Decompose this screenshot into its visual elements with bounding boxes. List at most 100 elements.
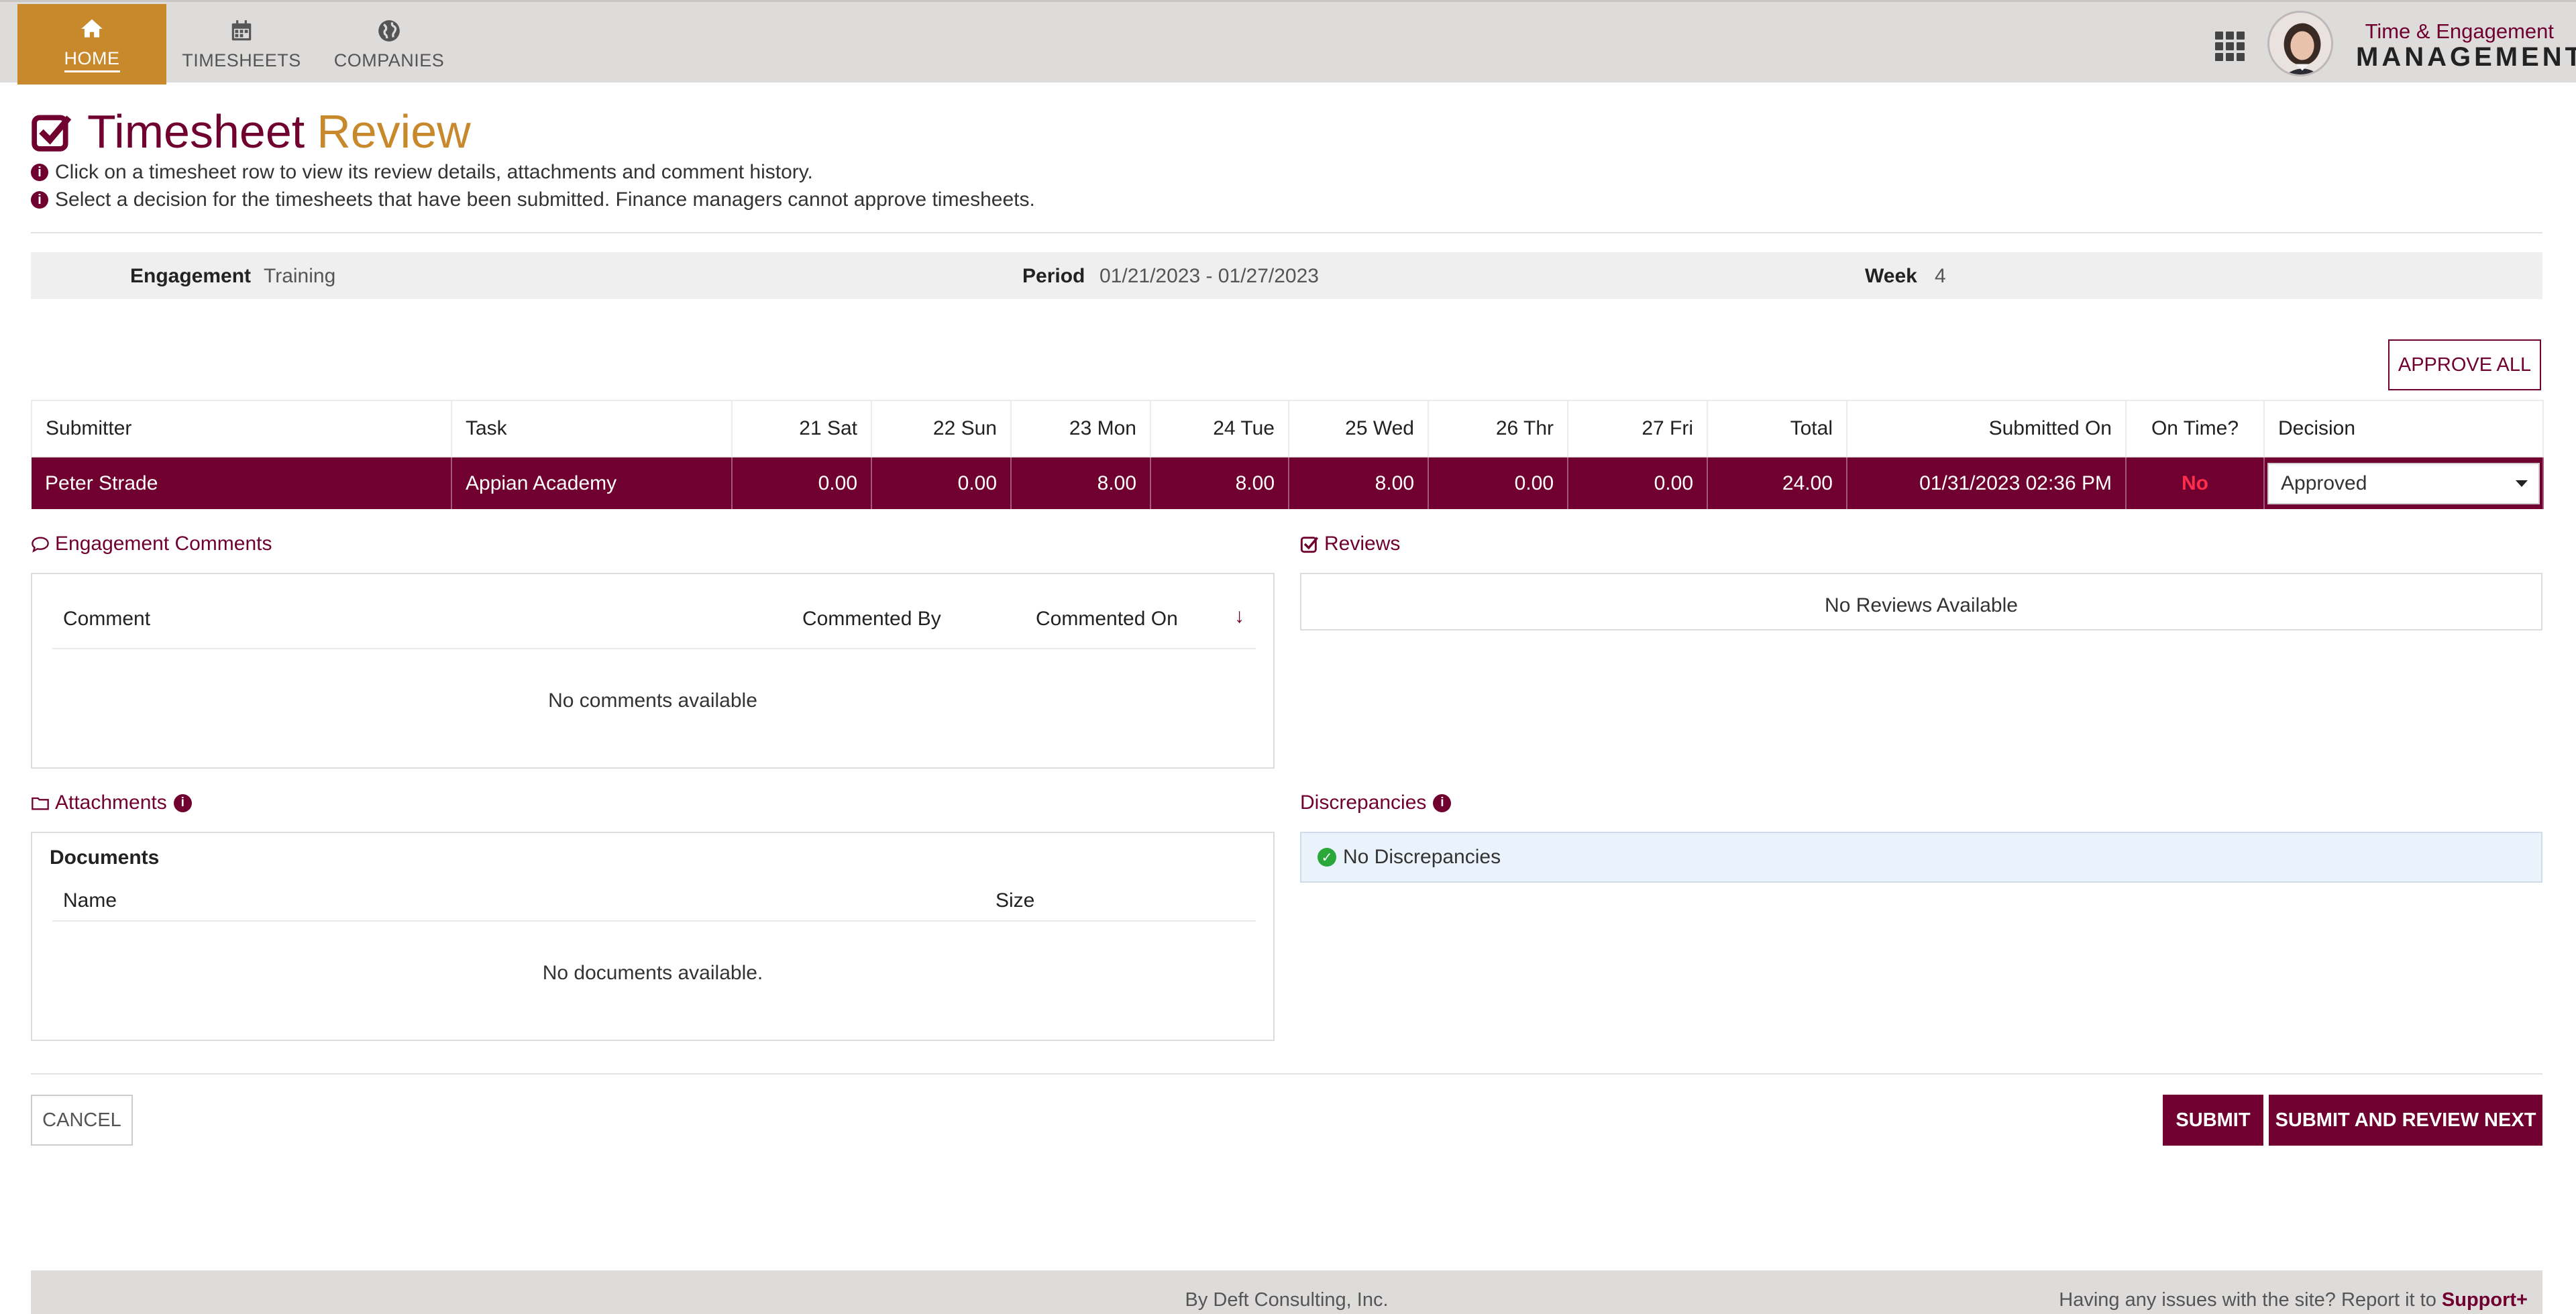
cancel-button[interactable]: CANCEL (31, 1095, 133, 1146)
brand-top: Time & Engagement (2365, 19, 2554, 43)
comments-section-title: Engagement Comments (31, 533, 272, 555)
info-line-1: i Click on a timesheet row to view its r… (31, 161, 813, 184)
documents-col-size: Size (996, 889, 1035, 912)
col-decision: Decision (2263, 400, 2544, 457)
col-task: Task (451, 400, 733, 457)
divider (31, 1073, 2542, 1075)
week-value: 4 (1935, 265, 1946, 287)
attachments-section-title: Attachments i (31, 791, 192, 814)
col-day-tue: 24 Tue (1150, 400, 1289, 457)
period-label: Period (1022, 265, 1085, 287)
reviews-title: Reviews (1324, 533, 1401, 555)
comment-icon (32, 537, 49, 553)
user-avatar[interactable] (2267, 11, 2333, 76)
period-value: 01/21/2023 - 01/27/2023 (1099, 265, 1319, 287)
footer-support: Having any issues with the site? Report … (2059, 1289, 2528, 1311)
discrepancies-title: Discrepancies (1300, 791, 1427, 814)
engagement-value: Training (264, 265, 336, 287)
cell-day: 8.00 (1289, 457, 1429, 509)
cell-submitted-on: 01/31/2023 02:36 PM (1847, 457, 2127, 509)
table-header-row: Submitter Task 21 Sat 22 Sun 23 Mon 24 T… (31, 400, 2544, 457)
summary-bar: Engagement Training Period 01/21/2023 - … (31, 252, 2542, 299)
comments-col-by: Commented By (802, 608, 941, 630)
top-nav-bar: HOME TIMESHEETS COMPANIES Time & Engagem… (0, 0, 2576, 85)
page-title: Timesheet Review (31, 105, 471, 158)
approve-all-button[interactable]: APPROVE ALL (2388, 339, 2541, 390)
divider (52, 648, 1256, 649)
decision-select[interactable]: Approved (2267, 462, 2540, 504)
col-day-thr: 26 Thr (1428, 400, 1568, 457)
info-text-1: Click on a timesheet row to view its rev… (55, 161, 813, 183)
title-part2: Review (317, 105, 471, 158)
nav-timesheets[interactable]: TIMESHEETS (181, 4, 302, 85)
nav-home[interactable]: HOME (17, 4, 166, 85)
table-row[interactable]: Peter Strade Appian Academy 0.00 0.00 8.… (32, 457, 2544, 509)
brand-bottom: MANAGEMENT (2356, 42, 2576, 72)
folder-icon (32, 797, 49, 810)
discrepancies-status: ✓ No Discrepancies (1300, 832, 2542, 883)
reviews-section-title: Reviews (1300, 533, 1400, 555)
documents-heading: Documents (50, 846, 160, 869)
col-day-fri: 27 Fri (1567, 400, 1708, 457)
submit-button[interactable]: SUBMIT (2163, 1095, 2263, 1146)
sort-desc-icon[interactable]: ↓ (1234, 605, 1244, 628)
attachments-title: Attachments (55, 791, 167, 814)
cell-day: 0.00 (1428, 457, 1568, 509)
info-line-2: i Select a decision for the timesheets t… (31, 188, 1035, 211)
engagement-label: Engagement (130, 265, 252, 287)
checkbox-checked-icon (1300, 537, 1319, 553)
info-icon[interactable]: i (173, 793, 192, 812)
cell-submitter: Peter Strade (32, 457, 452, 509)
info-icon[interactable]: i (1433, 793, 1452, 812)
cell-day: 8.00 (1150, 457, 1289, 509)
comments-empty: No comments available (548, 690, 757, 712)
calendar-icon (231, 19, 252, 40)
checkbox-checked-icon (32, 115, 72, 152)
divider (31, 232, 2542, 233)
info-icon: i (31, 191, 48, 209)
footer: By Deft Consulting, Inc. Having any issu… (31, 1270, 2542, 1314)
title-part1: Timesheet (87, 105, 305, 158)
col-day-sun: 22 Sun (871, 400, 1012, 457)
comments-col-on[interactable]: Commented On (1036, 608, 1178, 631)
cell-day: 0.00 (732, 457, 872, 509)
discrepancies-section-title: Discrepancies i (1300, 791, 1452, 814)
nav-companies[interactable]: COMPANIES (322, 4, 456, 85)
home-icon (81, 19, 103, 38)
cell-total: 24.00 (1707, 457, 1847, 509)
timesheet-table: Submitter Task 21 Sat 22 Sun 23 Mon 24 T… (31, 400, 2544, 509)
reviews-panel: No Reviews Available (1300, 573, 2542, 631)
submit-and-review-next-button[interactable]: SUBMIT AND REVIEW NEXT (2269, 1095, 2542, 1146)
documents-empty: No documents available. (542, 962, 763, 984)
apps-grid-icon[interactable] (2215, 32, 2245, 61)
cell-day: 8.00 (1011, 457, 1151, 509)
comments-title: Engagement Comments (55, 533, 272, 555)
discrepancies-text: No Discrepancies (1343, 846, 1501, 868)
footer-support-text: Having any issues with the site? Report … (2059, 1289, 2436, 1311)
week-label: Week (1865, 265, 1917, 287)
cell-day: 0.00 (871, 457, 1012, 509)
col-day-mon: 23 Mon (1010, 400, 1151, 457)
check-circle-icon: ✓ (1318, 848, 1336, 867)
info-text-2: Select a decision for the timesheets tha… (55, 188, 1035, 211)
brand-logo: Time & Engagement MANAGEMENT (2356, 19, 2576, 72)
col-submitter: Submitter (31, 400, 452, 457)
col-submitted-on: Submitted On (1846, 400, 2127, 457)
info-icon: i (31, 164, 48, 181)
nav-timesheets-label: TIMESHEETS (182, 50, 301, 70)
cell-on-time: No (2126, 457, 2265, 509)
nav-home-label: HOME (64, 48, 120, 72)
col-day-wed: 25 Wed (1288, 400, 1429, 457)
caret-down-icon (2516, 480, 2528, 487)
comments-col-comment: Comment (63, 608, 151, 630)
reviews-empty: No Reviews Available (1825, 594, 2018, 616)
documents-col-name: Name (63, 889, 117, 912)
col-on-time: On Time? (2125, 400, 2265, 457)
nav-companies-label: COMPANIES (333, 50, 445, 70)
col-total: Total (1707, 400, 1847, 457)
attachments-panel: Documents Name Size No documents availab… (31, 832, 1275, 1041)
comments-panel: Comment Commented By Commented On ↓ No c… (31, 573, 1275, 769)
col-day-sat: 21 Sat (731, 400, 872, 457)
support-link[interactable]: Support+ (2442, 1289, 2528, 1311)
cell-task: Appian Academy (451, 457, 733, 509)
